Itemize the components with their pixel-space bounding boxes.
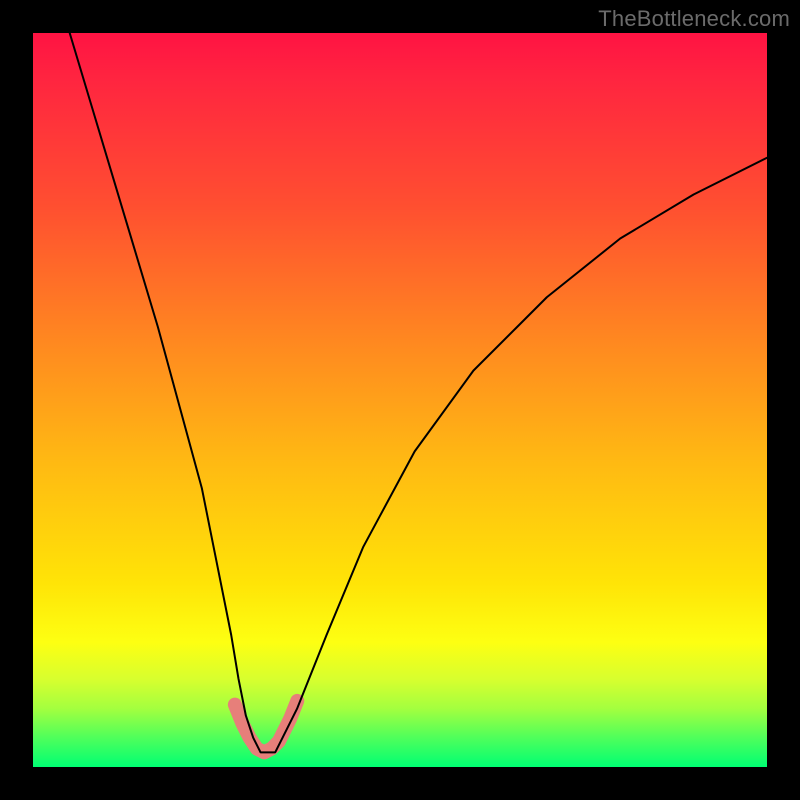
plot-area xyxy=(33,33,767,767)
watermark-text: TheBottleneck.com xyxy=(598,6,790,32)
chart-frame: TheBottleneck.com xyxy=(0,0,800,800)
main-curve xyxy=(70,33,767,752)
chart-svg xyxy=(33,33,767,767)
